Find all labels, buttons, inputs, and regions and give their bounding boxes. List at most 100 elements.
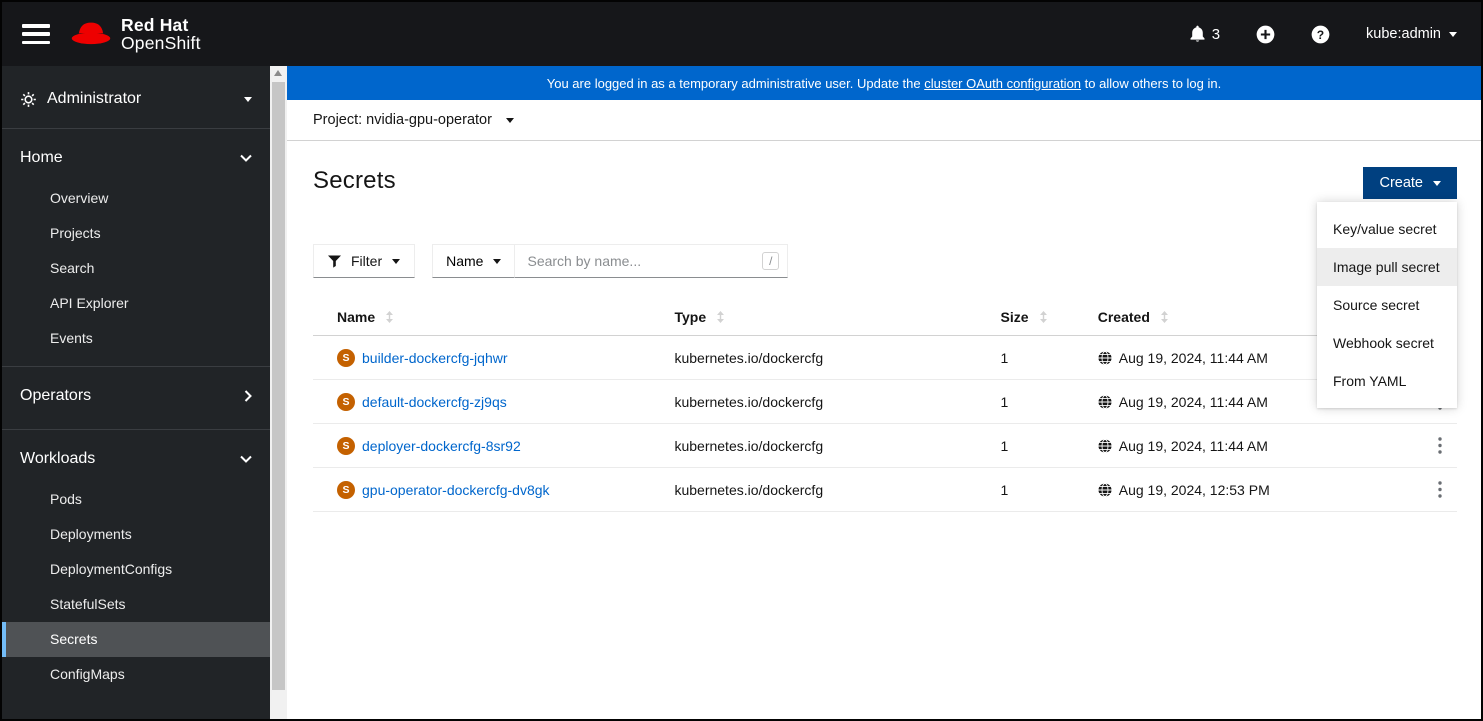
menu-item-key-value-secret[interactable]: Key/value secret bbox=[1317, 210, 1457, 248]
project-label: Project: nvidia-gpu-operator bbox=[313, 112, 492, 128]
sort-arrows-icon bbox=[716, 310, 725, 324]
sidebar-item-search[interactable]: Search bbox=[2, 251, 270, 286]
create-button[interactable]: Create bbox=[1363, 167, 1457, 199]
secret-badge-icon: S bbox=[337, 348, 355, 367]
gears-icon bbox=[20, 91, 37, 108]
main-content: You are logged in as a temporary adminis… bbox=[287, 66, 1481, 719]
nav-section-home: Home Overview Projects Search API Explor… bbox=[2, 129, 270, 366]
menu-toggle-icon[interactable] bbox=[22, 24, 50, 44]
scrollbar-thumb[interactable] bbox=[272, 82, 285, 690]
brand-text: Red Hat OpenShift bbox=[121, 14, 201, 53]
column-header-name[interactable]: Name bbox=[313, 301, 650, 335]
sidebar-item-projects[interactable]: Projects bbox=[2, 216, 270, 251]
page-title: Secrets bbox=[313, 167, 396, 194]
table-body: S builder-dockercfg-jqhwr kubernetes.io/… bbox=[313, 336, 1457, 512]
table-row: S gpu-operator-dockercfg-dv8gk kubernete… bbox=[313, 468, 1457, 512]
secret-type: kubernetes.io/dockercfg bbox=[674, 437, 824, 454]
sidebar-scrollbar[interactable] bbox=[270, 66, 287, 719]
question-circle-icon: ? bbox=[1311, 25, 1330, 44]
chevron-right-icon bbox=[244, 390, 252, 402]
menu-item-image-pull-secret[interactable]: Image pull secret bbox=[1317, 248, 1457, 286]
menu-item-webhook-secret[interactable]: Webhook secret bbox=[1317, 324, 1457, 362]
secret-badge-icon: S bbox=[337, 480, 355, 499]
globe-icon bbox=[1098, 482, 1112, 497]
sidebar-item-secrets[interactable]: Secrets bbox=[2, 622, 270, 657]
plus-circle-icon bbox=[1256, 25, 1275, 44]
chevron-down-icon bbox=[505, 117, 514, 123]
menu-item-from-yaml[interactable]: From YAML bbox=[1317, 362, 1457, 400]
oauth-config-link[interactable]: cluster OAuth configuration bbox=[924, 76, 1081, 91]
secret-name-link[interactable]: gpu-operator-dockercfg-dv8gk bbox=[362, 482, 550, 498]
create-dropdown-menu: Key/value secret Image pull secret Sourc… bbox=[1317, 202, 1457, 408]
secret-size: 1 bbox=[1000, 393, 1009, 410]
banner-text-after: to allow others to log in. bbox=[1081, 75, 1222, 91]
table-row: S default-dockercfg-zj9qs kubernetes.io/… bbox=[313, 380, 1457, 424]
secret-name-link[interactable]: default-dockercfg-zj9qs bbox=[362, 394, 507, 410]
notifications-button[interactable]: 3 bbox=[1189, 25, 1220, 43]
scrollbar-up-arrow-icon[interactable] bbox=[274, 70, 282, 76]
sidebar-nav: Administrator Home Overview Projects Sea… bbox=[2, 66, 270, 719]
app-window: Red Hat OpenShift 3 ? kube:admin Adminis… bbox=[0, 0, 1483, 721]
secrets-table: Name Type Size Created S builder-dockerc… bbox=[313, 301, 1457, 512]
secret-size: 1 bbox=[1000, 437, 1009, 454]
nav-heading-workloads[interactable]: Workloads bbox=[2, 436, 270, 482]
secret-name-link[interactable]: deployer-dockercfg-8sr92 bbox=[362, 438, 521, 454]
secret-type: kubernetes.io/dockercfg bbox=[674, 481, 824, 498]
banner-text-before: You are logged in as a temporary adminis… bbox=[546, 75, 925, 91]
filter-dropdown[interactable]: Filter bbox=[313, 244, 416, 278]
nav-heading-home[interactable]: Home bbox=[2, 135, 270, 181]
kebab-menu-button[interactable] bbox=[1400, 437, 1457, 454]
sidebar-item-deployments[interactable]: Deployments bbox=[2, 517, 270, 552]
globe-icon bbox=[1098, 394, 1112, 409]
filter-funnel-icon bbox=[328, 255, 341, 268]
column-header-type[interactable]: Type bbox=[650, 301, 976, 335]
globe-icon bbox=[1098, 438, 1112, 453]
chevron-down-icon bbox=[244, 96, 252, 102]
sidebar-item-configmaps[interactable]: ConfigMaps bbox=[2, 657, 270, 692]
sort-arrows-icon bbox=[1160, 310, 1169, 324]
username: kube:admin bbox=[1366, 26, 1441, 42]
secret-size: 1 bbox=[1000, 349, 1009, 366]
menu-item-source-secret[interactable]: Source secret bbox=[1317, 286, 1457, 324]
chevron-down-icon bbox=[1449, 31, 1457, 37]
list-toolbar: Filter Name / bbox=[313, 244, 1457, 278]
globe-icon bbox=[1098, 350, 1112, 365]
search-box: / bbox=[515, 244, 789, 278]
secret-created: Aug 19, 2024, 11:44 AM bbox=[1074, 438, 1400, 454]
slash-shortcut-badge: / bbox=[762, 252, 780, 270]
search-type-dropdown[interactable]: Name bbox=[432, 244, 516, 278]
column-header-size[interactable]: Size bbox=[977, 301, 1074, 335]
secret-type: kubernetes.io/dockercfg bbox=[674, 349, 824, 366]
secret-badge-icon: S bbox=[337, 392, 355, 411]
search-input[interactable] bbox=[527, 253, 763, 269]
sidebar-item-overview[interactable]: Overview bbox=[2, 181, 270, 216]
chevron-down-icon bbox=[240, 455, 252, 463]
sidebar-item-pods[interactable]: Pods bbox=[2, 482, 270, 517]
chevron-down-icon bbox=[392, 258, 401, 264]
perspective-switcher[interactable]: Administrator bbox=[2, 66, 270, 129]
secret-size: 1 bbox=[1000, 481, 1009, 498]
brand-logo[interactable]: Red Hat OpenShift bbox=[70, 14, 201, 53]
project-selector[interactable]: Project: nvidia-gpu-operator bbox=[287, 100, 1481, 141]
bell-icon bbox=[1189, 25, 1206, 43]
svg-text:?: ? bbox=[1317, 27, 1324, 41]
sidebar-item-api-explorer[interactable]: API Explorer bbox=[2, 286, 270, 321]
secret-name-link[interactable]: builder-dockercfg-jqhwr bbox=[362, 350, 508, 366]
table-header-row: Name Type Size Created bbox=[313, 301, 1457, 336]
user-menu[interactable]: kube:admin bbox=[1366, 26, 1457, 42]
app-launcher-icon[interactable] bbox=[1133, 24, 1153, 44]
kebab-menu-button[interactable] bbox=[1400, 481, 1457, 498]
perspective-label: Administrator bbox=[47, 90, 142, 107]
secret-type: kubernetes.io/dockercfg bbox=[674, 393, 824, 410]
sidebar-item-events[interactable]: Events bbox=[2, 321, 270, 356]
nav-heading-operators[interactable]: Operators bbox=[2, 373, 270, 419]
sidebar-item-deploymentconfigs[interactable]: DeploymentConfigs bbox=[2, 552, 270, 587]
login-banner: You are logged in as a temporary adminis… bbox=[287, 66, 1481, 100]
sidebar-item-statefulsets[interactable]: StatefulSets bbox=[2, 587, 270, 622]
add-button[interactable] bbox=[1256, 25, 1275, 44]
redhat-fedora-icon bbox=[70, 19, 112, 49]
sort-arrows-icon bbox=[385, 310, 394, 324]
secret-badge-icon: S bbox=[337, 436, 355, 455]
chevron-down-icon bbox=[240, 154, 252, 162]
help-button[interactable]: ? bbox=[1311, 25, 1330, 44]
